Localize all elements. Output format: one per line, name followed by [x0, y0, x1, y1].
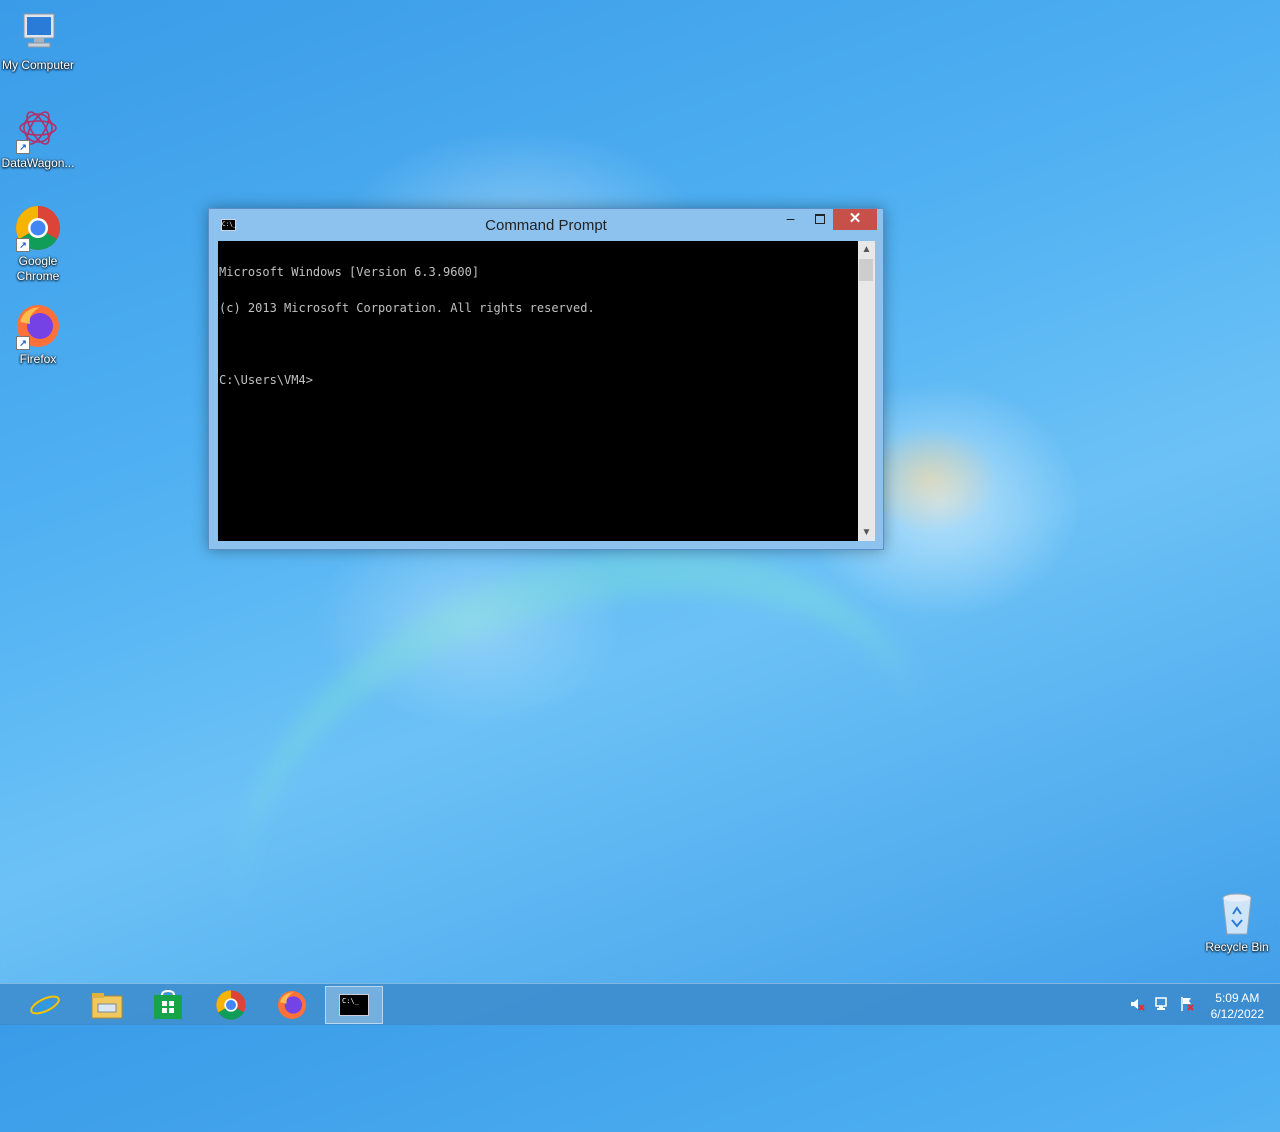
firefox-icon — [278, 991, 306, 1019]
desktop-icon-label: DataWagon... — [1, 156, 75, 170]
store-icon — [154, 990, 182, 1019]
taskbar-firefox[interactable] — [263, 986, 321, 1024]
scroll-thumb[interactable] — [859, 259, 873, 281]
desktop-icon-firefox[interactable]: ↗ Firefox — [0, 302, 76, 367]
command-prompt-icon: C:\_ — [339, 994, 369, 1016]
desktop-icon-datawagon[interactable]: ↗ DataWagon... — [0, 106, 76, 171]
firefox-icon: ↗ — [14, 302, 62, 350]
window-titlebar[interactable]: C:\_ Command Prompt – ✕ — [209, 209, 883, 240]
desktop-icon-label: My Computer — [1, 58, 75, 72]
minimize-button[interactable]: – — [777, 209, 804, 230]
close-button[interactable]: ✕ — [833, 209, 877, 230]
wallpaper-stem — [196, 513, 964, 1132]
shortcut-arrow-icon: ↗ — [16, 238, 30, 252]
desktop-icon-recycle-bin[interactable]: Recycle Bin — [1199, 890, 1275, 955]
scroll-down-arrow-icon[interactable]: ▼ — [858, 524, 875, 541]
vertical-scrollbar[interactable]: ▲ ▼ — [858, 241, 875, 541]
shortcut-arrow-icon: ↗ — [16, 336, 30, 350]
maximize-icon — [814, 214, 825, 224]
desktop-icon-my-computer[interactable]: My Computer — [0, 8, 76, 73]
taskbar-store[interactable] — [139, 986, 197, 1024]
console-output[interactable]: Microsoft Windows [Version 6.3.9600] (c)… — [218, 241, 858, 541]
maximize-button[interactable] — [806, 209, 833, 230]
console-line: (c) 2013 Microsoft Corporation. All righ… — [219, 301, 595, 315]
datawagon-icon: ↗ — [14, 106, 62, 154]
shortcut-arrow-icon: ↗ — [16, 140, 30, 154]
taskbar: e C:\_ 5:09 AM 6/12/2022 — [0, 983, 1280, 1025]
file-explorer-icon — [91, 993, 123, 1019]
taskbar-file-explorer[interactable] — [78, 986, 136, 1024]
taskbar-internet-explorer[interactable]: e — [16, 986, 74, 1024]
recycle-bin-icon — [1213, 890, 1261, 938]
chrome-icon: ↗ — [14, 204, 62, 252]
taskbar-chrome[interactable] — [202, 986, 260, 1024]
volume-muted-icon[interactable] — [1129, 996, 1145, 1012]
clock-date: 6/12/2022 — [1210, 1007, 1264, 1021]
internet-explorer-icon: e — [30, 989, 60, 1021]
desktop-icon-google-chrome[interactable]: ↗ Google Chrome — [0, 204, 76, 284]
command-prompt-window[interactable]: C:\_ Command Prompt – ✕ Microsoft Window… — [208, 208, 884, 550]
action-center-flag-icon[interactable] — [1179, 996, 1195, 1012]
svg-text:e: e — [38, 989, 51, 1021]
console-prompt: C:\Users\VM4> — [219, 373, 313, 387]
clock-time: 5:09 AM — [1215, 991, 1260, 1005]
taskbar-command-prompt[interactable]: C:\_ — [325, 986, 383, 1024]
chrome-icon — [216, 990, 246, 1020]
desktop-icon-label: Firefox — [19, 352, 57, 366]
network-icon[interactable] — [1154, 996, 1170, 1012]
desktop-icon-label: Google Chrome — [16, 254, 60, 283]
computer-icon — [14, 8, 62, 56]
console-line: Microsoft Windows [Version 6.3.9600] — [219, 265, 480, 279]
taskbar-clock[interactable]: 5:09 AM 6/12/2022 — [1211, 990, 1264, 1022]
desktop-icon-label: Recycle Bin — [1205, 940, 1269, 954]
scroll-up-arrow-icon[interactable]: ▲ — [858, 241, 875, 258]
